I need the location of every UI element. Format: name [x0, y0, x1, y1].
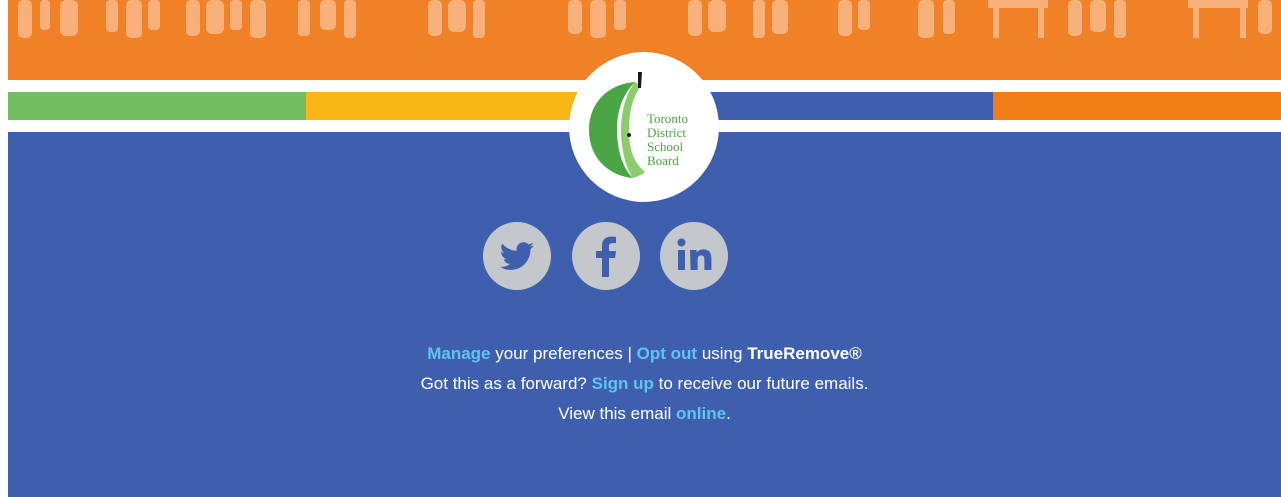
online-link[interactable]: online [676, 404, 726, 423]
sign-up-link[interactable]: Sign up [592, 374, 654, 393]
stripe-orange [993, 92, 1281, 120]
period-text: . [726, 404, 731, 423]
linkedin-icon [677, 238, 712, 270]
apple-logo-icon [589, 72, 645, 178]
logo-line: School [647, 139, 684, 154]
logo-line: Toronto [647, 111, 688, 126]
opt-out-link[interactable]: Opt out [637, 344, 697, 363]
view-online-line: View this email online. [8, 399, 1281, 429]
stripe-yellow [306, 92, 596, 120]
preferences-text: your preferences | [490, 344, 637, 363]
logo-line: Board [647, 153, 679, 168]
using-text: using [697, 344, 748, 363]
twitter-icon [499, 242, 534, 270]
email-footer: Toronto District School Board Manage you… [8, 0, 1281, 497]
linkedin-button[interactable] [660, 222, 728, 290]
facebook-button[interactable] [572, 222, 640, 290]
view-text: View this email [558, 404, 676, 423]
footer-text: Manage your preferences | Opt out using … [8, 339, 1281, 429]
twitter-button[interactable] [483, 222, 551, 290]
forward-text: Got this as a forward? [420, 374, 592, 393]
logo-wordmark: Toronto District School Board [647, 112, 688, 168]
stripe-green [8, 92, 306, 120]
forward-line: Got this as a forward? Sign up to receiv… [8, 369, 1281, 399]
trueremove-brand: TrueRemove® [747, 344, 862, 363]
manage-link[interactable]: Manage [427, 344, 490, 363]
receive-text: to receive our future emails. [653, 374, 869, 393]
preferences-line: Manage your preferences | Opt out using … [8, 339, 1281, 369]
logo-line: District [647, 125, 686, 140]
facebook-icon [596, 236, 616, 277]
tdsb-logo[interactable]: Toronto District School Board [569, 52, 719, 202]
